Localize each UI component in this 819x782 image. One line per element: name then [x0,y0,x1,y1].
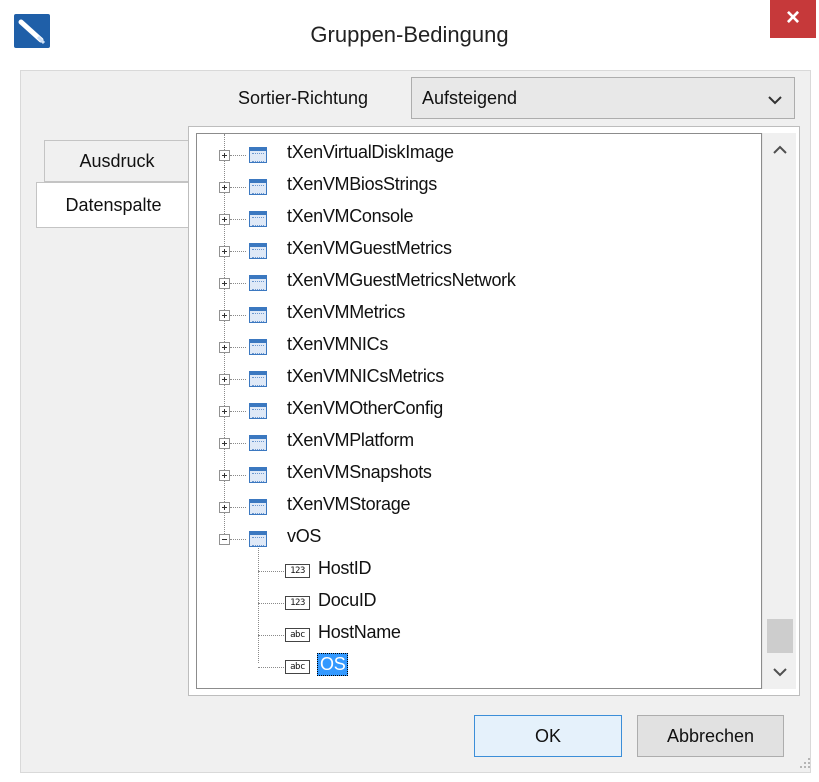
column-tree[interactable]: tXenVirtualDiskImage tXenVMBiosStrings t… [196,133,762,689]
table-icon [249,531,267,547]
tree-node-table[interactable]: tXenVirtualDiskImage [197,139,757,169]
tree-node-label: HostName [318,622,401,642]
tree-node-label: tXenVMNICsMetrics [287,366,444,386]
chevron-down-icon [768,92,782,110]
resize-grip-icon[interactable] [798,756,812,770]
ok-button[interactable]: OK [474,715,622,757]
tree-node-table[interactable]: tXenVMStorage [197,491,757,521]
scroll-thumb[interactable] [767,619,793,653]
table-icon [249,307,267,323]
expand-icon[interactable] [219,374,230,385]
tree-node-label: tXenVMPlatform [287,430,414,450]
tree-node-label: DocuID [318,590,377,610]
tree-node-table[interactable]: tXenVMMetrics [197,299,757,329]
tree-node-label: tXenVMSnapshots [287,462,432,482]
table-icon [249,243,267,259]
tree-node-label: tXenVMBiosStrings [287,174,437,194]
table-icon [249,211,267,227]
tree-node-table[interactable]: tXenVMNICs [197,331,757,361]
expand-icon[interactable] [219,406,230,417]
expand-icon[interactable] [219,470,230,481]
table-icon [249,371,267,387]
tree-node-field-selected[interactable]: abc OS [197,651,757,681]
expand-icon[interactable] [219,246,230,257]
tree-node-table[interactable]: tXenVMPlatform [197,427,757,457]
tree-node-table[interactable]: tXenVMConsole [197,203,757,233]
tree-node-field[interactable]: abc HostName [197,619,757,649]
tree-node-label-selected: OS [317,653,349,676]
text-field-icon: abc [285,628,310,642]
chevron-up-icon [773,145,787,154]
table-icon [249,467,267,483]
tree-node-table-expanded[interactable]: vOS [197,523,757,553]
tree-node-label: tXenVMNICs [287,334,389,354]
expand-icon[interactable] [219,438,230,449]
collapse-icon[interactable] [219,534,230,545]
sort-direction-label: Sortier-Richtung [238,88,369,108]
expand-icon[interactable] [219,278,230,289]
title-bar: Gruppen-Bedingung × [0,0,819,70]
expand-icon[interactable] [219,502,230,513]
tree-node-label: tXenVMOtherConfig [287,398,443,418]
tree-node-label: tXenVMConsole [287,206,414,226]
close-button[interactable]: × [770,0,816,38]
expand-icon[interactable] [219,342,230,353]
scroll-up-button[interactable] [763,133,797,167]
table-icon [249,179,267,195]
tree-node-label: tXenVMGuestMetrics [287,238,452,258]
scroll-down-button[interactable] [763,655,797,689]
expand-icon[interactable] [219,310,230,321]
cancel-button[interactable]: Abbrechen [637,715,784,757]
expand-icon[interactable] [219,214,230,225]
tree-node-label: tXenVMGuestMetricsNetwork [287,270,516,290]
table-icon [249,435,267,451]
tree-node-table[interactable]: tXenVMBiosStrings [197,171,757,201]
tree-scrollbar[interactable] [762,133,796,689]
table-icon [249,275,267,291]
numeric-field-icon: 123 [285,564,310,578]
tree-node-field[interactable]: 123 HostID [197,555,757,585]
table-icon [249,403,267,419]
tree-node-label: tXenVMMetrics [287,302,406,322]
window-title: Gruppen-Bedingung [310,22,509,47]
table-icon [249,147,267,163]
tree-node-label: tXenVirtualDiskImage [287,142,454,162]
table-icon [249,339,267,355]
sort-direction-select[interactable]: Aufsteigend [411,77,795,119]
tree-node-label: tXenVMStorage [287,494,411,514]
dialog-window: Gruppen-Bedingung × Sortier-Richtung Auf… [0,0,819,782]
tree-node-table[interactable]: tXenVMNICsMetrics [197,363,757,393]
tab-datenspalte[interactable]: Datenspalte [36,182,190,228]
expand-icon[interactable] [219,182,230,193]
tree-node-field[interactable]: 123 DocuID [197,587,757,617]
tree-node-table[interactable]: tXenVMOtherConfig [197,395,757,425]
numeric-field-icon: 123 [285,596,310,610]
table-icon [249,499,267,515]
tree-node-table[interactable]: tXenVMSnapshots [197,459,757,489]
tree-node-label: HostID [318,558,372,578]
sort-direction-value: Aufsteigend [422,88,518,108]
expand-icon[interactable] [219,150,230,161]
tree-node-table[interactable]: tXenVMGuestMetrics [197,235,757,265]
chevron-down-icon [773,668,787,677]
tree-node-table[interactable]: tXenVMGuestMetricsNetwork [197,267,757,297]
tab-ausdruck[interactable]: Ausdruck [44,140,189,182]
text-field-icon: abc [285,660,310,674]
tree-node-label: vOS [287,526,322,546]
